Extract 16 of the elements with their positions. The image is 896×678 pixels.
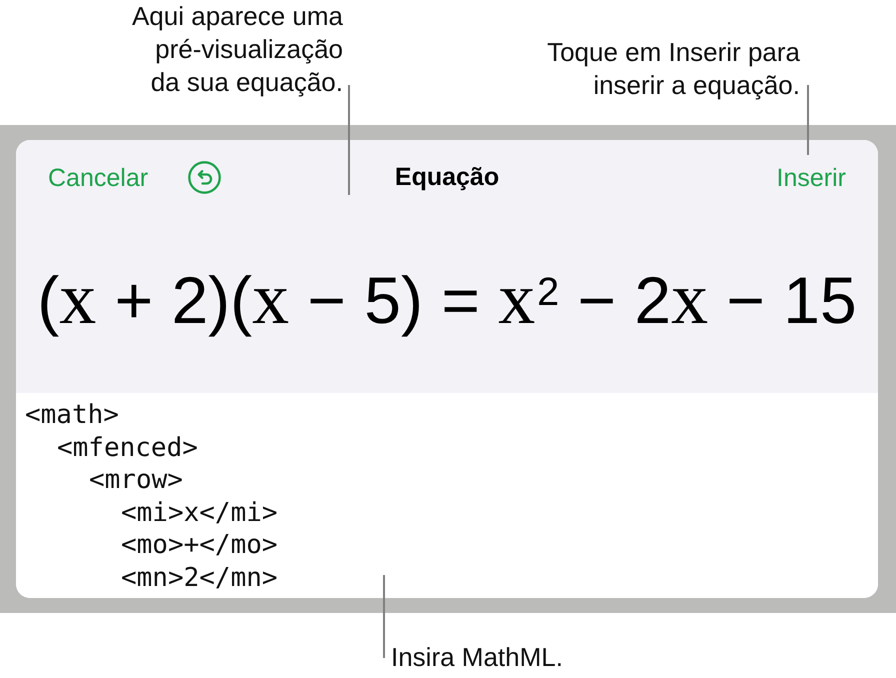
callout-text: Insira MathML.: [391, 641, 564, 674]
code-line: <math>: [25, 399, 119, 432]
code-line: <mfenced>: [57, 432, 198, 464]
code-line: <mn>2</mn>: [121, 562, 278, 594]
leader-line: [807, 85, 809, 155]
callout-text: Toque em Inserir para inserir a equação.: [547, 36, 800, 102]
code-line: <mrow>: [89, 464, 183, 496]
undo-button[interactable]: [186, 160, 222, 196]
cancel-button[interactable]: Cancelar: [48, 162, 148, 192]
callout-text: Aqui aparece uma pré-visualização da sua equação.: [132, 0, 343, 99]
undo-icon: [188, 161, 221, 194]
code-line: <mi>x</mi>: [121, 496, 278, 529]
equation-preview: (x + 2)(x − 5) = x$^{2}$ − 2x − 15: [37, 256, 857, 341]
dialog-title: Equação: [394, 163, 500, 192]
code-line: <mo>+</mo>: [121, 529, 278, 562]
insert-button[interactable]: Inserir: [776, 162, 846, 192]
